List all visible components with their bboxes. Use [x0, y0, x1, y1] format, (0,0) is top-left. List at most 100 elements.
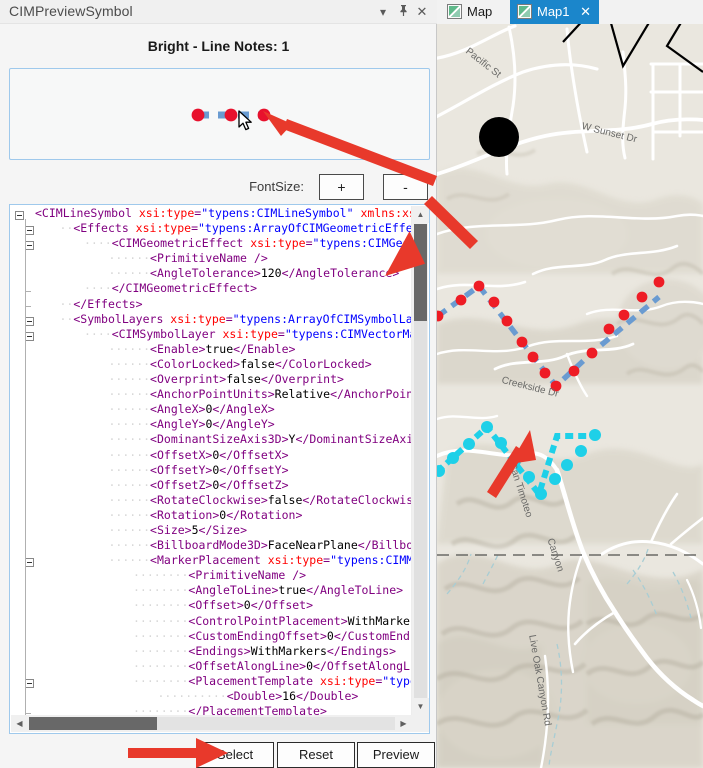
scroll-right-arrow-icon[interactable]: ▶	[395, 715, 412, 732]
vertical-scroll-thumb[interactable]	[414, 224, 427, 321]
xml-line[interactable]: <CIMLineSymbol xsi:type="typens:CIMLineS…	[11, 206, 412, 221]
xml-token: "typens:CIMGeometricEff	[312, 236, 412, 251]
xml-token: "typens:ArrayOfCIMGeometricEffect"	[198, 221, 412, 236]
xml-token: FaceNearPlane	[267, 538, 358, 553]
tab-close-icon[interactable]: ✕	[580, 0, 591, 24]
xml-token: <AngleToLine>	[188, 583, 279, 598]
xml-line[interactable]: ········<Endings>WithMarkers</Endings>	[11, 644, 412, 659]
xml-token: </CustomEndingOffset>	[333, 628, 412, 643]
xml-line[interactable]: ······<MarkerPlacement xsi:type="typens:…	[11, 553, 413, 568]
xml-line[interactable]: ········<OffsetAlongLine>0</OffsetAlongL…	[11, 659, 412, 674]
xml-token: <PrimitiveName />	[150, 251, 268, 266]
xml-line[interactable]: ········<AngleToLine>true</AngleToLine>	[11, 583, 412, 598]
xml-token: </DominantSizeAxis3D>	[295, 432, 412, 447]
fontsize-decrease-button[interactable]: -	[383, 174, 428, 200]
xml-token: </RotateClockwise>	[302, 492, 412, 507]
symbol-preview-box[interactable]	[9, 68, 430, 160]
chevron-down-icon[interactable]: ▾	[375, 4, 391, 20]
map-icon	[517, 4, 532, 19]
scroll-up-arrow-icon[interactable]: ▲	[412, 206, 429, 223]
xml-indent-dots: ········	[133, 658, 189, 673]
xml-indent-dots: ····	[84, 326, 112, 341]
xml-line[interactable]: ······<Rotation>0</Rotation>	[11, 508, 412, 523]
cim-preview-symbol-panel: CIMPreviewSymbol ▾ ✕ Bright - Line Notes…	[0, 0, 437, 768]
fontsize-increase-button[interactable]: +	[319, 174, 364, 200]
scroll-down-arrow-icon[interactable]: ▼	[412, 698, 429, 715]
xml-line[interactable]: ······<ColorLocked>false</ColorLocked>	[11, 357, 412, 372]
xml-token: <ControlPointPlacement>	[188, 613, 348, 628]
xml-indent-dots: ········	[133, 568, 189, 583]
xml-line[interactable]: ······<AngleTolerance>120</AngleToleranc…	[11, 266, 412, 281]
xml-line[interactable]: ······<BillboardMode3D>FaceNearPlane</Bi…	[11, 538, 413, 553]
vertical-scroll-track[interactable]	[414, 321, 427, 698]
map-canvas[interactable]: Pacific St W Sunset Dr Creekside Dr San …	[437, 24, 703, 768]
preview-button[interactable]: Preview	[357, 742, 435, 768]
scroll-left-arrow-icon[interactable]: ◀	[11, 715, 28, 732]
tab-map[interactable]: Map	[440, 0, 506, 24]
xml-indent-dots: ······	[108, 553, 151, 568]
symbol-subtitle: Bright - Line Notes: 1	[147, 38, 290, 54]
xml-line[interactable]: ········<PlacementTemplate xsi:type="typ…	[11, 674, 412, 689]
xml-horizontal-scrollbar[interactable]: ◀ ▶	[11, 715, 429, 732]
xml-source-text[interactable]: <CIMLineSymbol xsi:type="typens:CIMLineS…	[11, 206, 412, 715]
xml-token: </Effects>	[73, 296, 143, 311]
xml-indent-dots: ··	[59, 221, 74, 236]
xml-line[interactable]: ····</CIMGeometricEffect>	[11, 281, 412, 296]
xml-indent-dots: ········	[133, 628, 189, 643]
xml-line[interactable]: ······<DominantSizeAxis3D>Y</DominantSiz…	[11, 432, 413, 447]
xml-line[interactable]: ····<CIMGeometricEffect xsi:type="typens…	[11, 236, 412, 251]
xml-line[interactable]: ········<CustomEndingOffset>0</CustomEnd…	[11, 629, 412, 644]
xml-token: xsi:type	[138, 206, 195, 220]
xml-indent-dots: ········	[133, 613, 189, 628]
xml-line[interactable]: ··<SymbolLayers xsi:type="typens:ArrayOf…	[11, 311, 413, 327]
close-icon[interactable]: ✕	[414, 4, 430, 20]
pin-icon[interactable]	[395, 4, 411, 20]
map-icon	[447, 4, 462, 19]
xml-token: <CIMGeometricEffect	[111, 236, 251, 251]
xml-line[interactable]: ······<Enable>true</Enable>	[11, 342, 412, 357]
xml-line[interactable]: ········<ControlPointPlacement>WithMarke…	[11, 614, 412, 629]
xml-line[interactable]: ······<PrimitiveName />	[11, 251, 412, 266]
xml-indent-dots: ······	[108, 372, 151, 387]
xml-line[interactable]: ······<OffsetZ>0</OffsetZ>	[11, 478, 412, 493]
xml-vertical-scrollbar[interactable]: ▲ ▼	[411, 206, 429, 715]
xml-token: <Effects	[73, 221, 136, 236]
tab-map1[interactable]: Map1 ✕	[510, 0, 599, 24]
xml-indent-dots: ······	[108, 417, 151, 432]
xml-token: </AngleToLine>	[306, 583, 404, 598]
xml-token: xsi:type	[170, 311, 226, 326]
xml-indent-dots: ····	[84, 281, 112, 296]
xml-line[interactable]: ······<Size>5</Size>	[11, 523, 412, 538]
xml-editor[interactable]: <CIMLineSymbol xsi:type="typens:CIMLineS…	[9, 204, 430, 734]
xml-line[interactable]: ······<AnchorPointUnits>Relative</Anchor…	[11, 387, 413, 402]
xml-line[interactable]: ······<OffsetY>0</OffsetY>	[11, 463, 412, 478]
xml-line[interactable]: ······<RotateClockwise>false</RotateCloc…	[11, 492, 413, 508]
xml-token: "typens:CIMMarkerPlaceme	[330, 553, 412, 568]
xml-line[interactable]: ··<Effects xsi:type="typens:ArrayOfCIMGe…	[11, 221, 413, 236]
xml-line[interactable]: ······<OffsetX>0</OffsetX>	[11, 448, 412, 463]
xml-line[interactable]: ······<Overprint>false</Overprint>	[11, 372, 412, 387]
xml-token: <ColorLocked>	[150, 356, 241, 371]
xml-token: true	[278, 583, 307, 598]
xml-token: </CIMGeometricEffect>	[111, 281, 258, 296]
xml-indent-dots: ······	[108, 538, 151, 553]
xml-line[interactable]: ········</PlacementTemplate>	[11, 704, 412, 715]
xml-line[interactable]: ··········<Double>16</Double>	[11, 689, 412, 704]
xml-line[interactable]: ······<AngleX>0</AngleX>	[11, 402, 412, 417]
xml-line[interactable]: ··</Effects>	[11, 297, 412, 312]
xml-line[interactable]: ······<AngleY>0</AngleY>	[11, 417, 412, 432]
xml-token: </Endings>	[326, 643, 397, 658]
xml-token: "typens:CIMLineSymbol"	[201, 206, 354, 220]
xml-editor-viewport[interactable]: <CIMLineSymbol xsi:type="typens:CIMLineS…	[11, 206, 412, 715]
reset-button[interactable]: Reset	[277, 742, 355, 768]
select-button[interactable]: Select	[196, 742, 274, 768]
xml-token: <AngleY>	[150, 417, 206, 432]
xml-line[interactable]: ····<CIMSymbolLayer xsi:type="typens:CIM…	[11, 327, 412, 342]
xml-token: xmlns:xsi	[360, 206, 412, 220]
pin-glyph	[399, 5, 407, 16]
horizontal-scroll-thumb[interactable]	[29, 717, 157, 730]
xml-indent-dots: ··	[59, 296, 74, 311]
xml-line[interactable]: ········<PrimitiveName />	[11, 568, 412, 583]
xml-indent-dots: ······	[108, 447, 151, 462]
xml-line[interactable]: ········<Offset>0</Offset>	[11, 598, 412, 613]
